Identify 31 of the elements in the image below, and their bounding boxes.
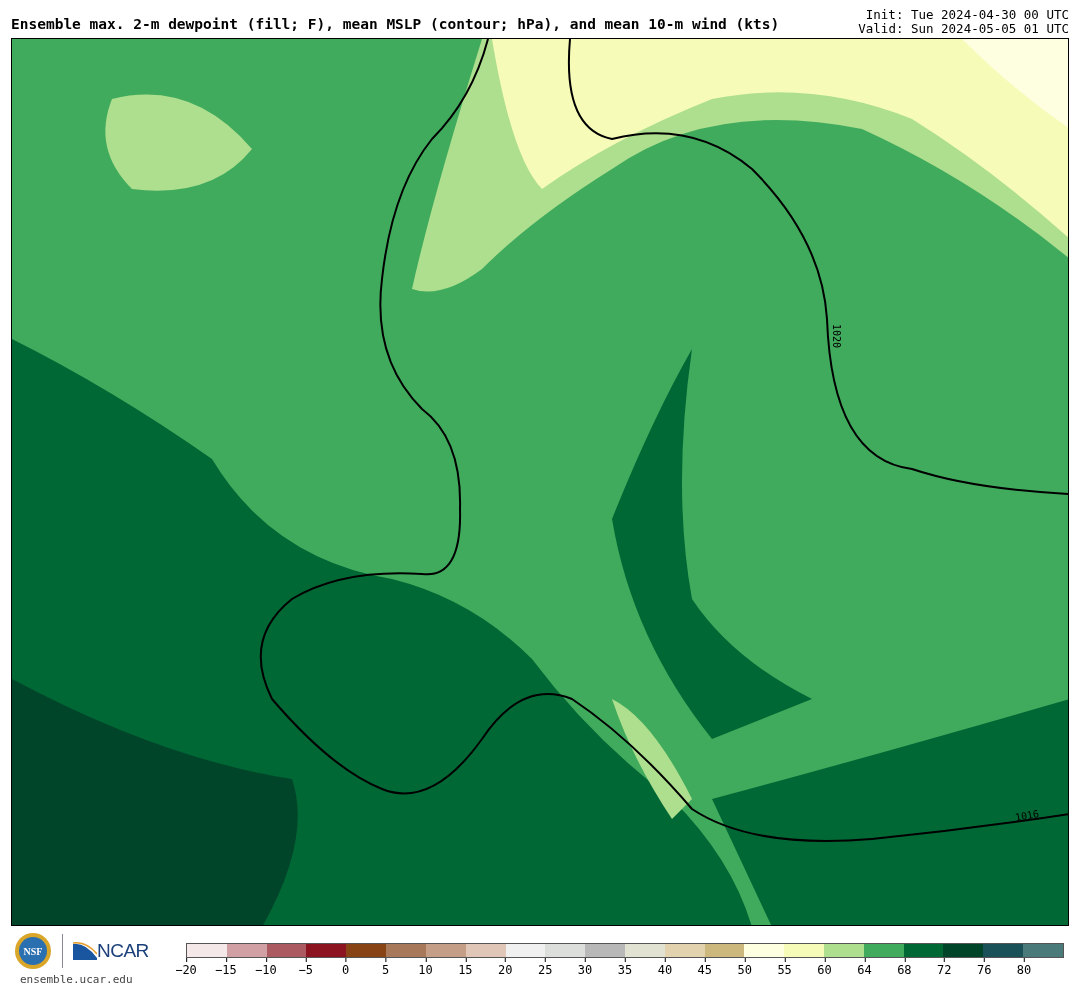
tick-label: 68	[897, 958, 912, 976]
tick-label: −15	[215, 958, 237, 976]
swoosh-icon	[73, 941, 97, 960]
tick-label: 0	[342, 958, 350, 976]
contour-label: 1020	[831, 323, 842, 349]
tick-label: 76	[976, 958, 992, 976]
tick-label: 50	[737, 958, 752, 976]
tick-label: 72	[937, 958, 952, 976]
tick-label: −10	[254, 958, 277, 976]
tick-label: 55	[777, 958, 792, 976]
tick-label: 10	[418, 958, 433, 976]
tick-label: 15	[458, 958, 473, 976]
tick-label: 30	[577, 958, 593, 976]
nsf-logo: NSF	[14, 931, 52, 970]
tick-label: 35	[617, 958, 633, 976]
tick-label: 45	[697, 958, 713, 976]
tick-label: −5	[298, 958, 313, 976]
tick-label: 60	[817, 958, 832, 976]
tick-label: 40	[657, 958, 673, 976]
ncar-logo-text: NCAR	[97, 941, 149, 961]
tick-label: 25	[537, 958, 553, 976]
chart-title: Ensemble max. 2-m dewpoint (fill; F), mean MSLP (contour; hPa), and mean 10-m wind (kts)	[11, 17, 780, 34]
contour-label: 1016	[1014, 809, 1040, 823]
tick-label: 80	[1016, 958, 1032, 976]
valid-time: Valid: Sun 2024-05-05 01 UTC	[858, 22, 1069, 36]
tick-label: 64	[857, 958, 872, 976]
tick-label: 5	[381, 958, 390, 976]
site-url: ensemble.ucar.edu	[20, 971, 134, 988]
init-time: Init: Tue 2024-04-30 00 UTC	[864, 8, 1069, 22]
tick-label: −20	[175, 958, 197, 976]
tick-label: 20	[498, 958, 513, 976]
